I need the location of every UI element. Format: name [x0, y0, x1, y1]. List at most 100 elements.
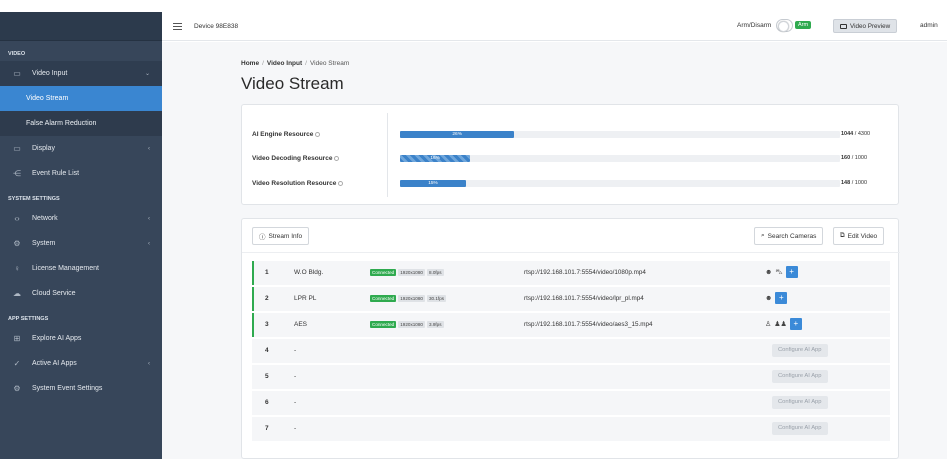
resource-count: 148 / 1000 — [841, 180, 867, 186]
stream-index: 3 — [265, 321, 269, 328]
face-app-icon[interactable]: ☻ — [765, 295, 772, 302]
stream-list: 1 W.O Bldg. Connected 1920x1080 8.0fps r… — [252, 261, 890, 443]
resolution-badge: 1920x1080 — [398, 321, 425, 328]
sidebar-item-active-ai-apps[interactable]: ✓ Active AI Apps ‹ — [0, 351, 162, 376]
configure-ai-app-button[interactable]: Configure AI App — [772, 422, 828, 435]
rule-icon: ⋲ — [13, 169, 21, 178]
configure-ai-app-button[interactable]: Configure AI App — [772, 344, 828, 357]
resource-progress-fill: 26% — [400, 131, 515, 138]
stream-row[interactable]: 3 AES Connected 1920x1080 3.9fps rtsp://… — [252, 313, 890, 337]
configure-ai-app-button[interactable]: Configure AI App — [772, 396, 828, 409]
stream-info-button[interactable]: ⓘ Stream Info — [252, 227, 310, 245]
sidebar-item-video-input[interactable]: ▭ Video Input ⌄ — [0, 61, 162, 86]
configure-ai-app-button[interactable]: Configure AI App — [772, 370, 828, 383]
resource-label-text: Video Decoding Resource — [252, 155, 333, 162]
arm-disarm-toggle[interactable] — [776, 19, 793, 32]
sidebar-item-video-stream[interactable]: Video Stream — [0, 86, 162, 111]
stream-row[interactable]: 7 - Configure AI App — [252, 417, 890, 441]
sidebar-item-event-rule-list[interactable]: ⋲ Event Rule List — [0, 161, 162, 186]
stream-index: 6 — [265, 399, 269, 406]
search-icon: ⌕ — [761, 232, 765, 239]
resource-progress-track: 15% — [400, 180, 840, 187]
stream-badges: Connected 1920x1080 8.0fps — [370, 269, 444, 276]
add-app-button[interactable]: + — [775, 292, 788, 304]
stream-name: W.O Bldg. — [294, 269, 324, 276]
arm-status-badge: Arm — [795, 21, 812, 29]
edit-video-label: Edit Video — [847, 232, 878, 240]
stream-row[interactable]: 6 - Configure AI App — [252, 391, 890, 415]
monitor-icon: ▭ — [13, 144, 21, 153]
stream-name: - — [294, 373, 297, 380]
info-icon[interactable] — [315, 131, 321, 137]
stream-card: ⓘ Stream Info ⌕ Search Cameras ⧉ Edit Video… — [241, 218, 900, 459]
stream-apps: ☻ + — [765, 292, 788, 304]
sidebar-item-display[interactable]: ▭ Display ‹ — [0, 136, 162, 161]
hamburger-menu-icon[interactable] — [173, 22, 182, 30]
resolution-badge: 1920x1080 — [398, 269, 425, 276]
breadcrumb-separator: / — [305, 60, 307, 67]
sidebar-item-label: Explore AI Apps — [32, 335, 82, 342]
fps-badge: 3.9fps — [426, 321, 444, 328]
stream-row[interactable]: 1 W.O Bldg. Connected 1920x1080 8.0fps r… — [252, 261, 890, 285]
stream-url: rtsp://192.168.101.7:5554/video/aes3_15.… — [524, 321, 653, 328]
resource-total: / 4300 — [854, 131, 871, 137]
add-app-button[interactable]: + — [789, 318, 802, 330]
stream-index: 2 — [265, 295, 269, 302]
breadcrumb-home[interactable]: Home — [241, 60, 259, 67]
stream-row[interactable]: 5 - Configure AI App — [252, 365, 890, 389]
resource-used: 148 — [841, 180, 851, 186]
stream-apps: ☻ ⛍ + — [765, 266, 798, 278]
info-icon[interactable] — [338, 180, 344, 186]
crowd-app-icon[interactable]: ♟♟ — [774, 320, 787, 328]
resource-used: 160 — [841, 155, 851, 161]
stream-toolbar: ⓘ Stream Info ⌕ Search Cameras ⧉ Edit Video — [252, 225, 892, 247]
sidebar-item-license-management[interactable]: ♀ License Management — [0, 256, 162, 281]
stream-name: - — [294, 347, 297, 354]
fps-badge: 8.0fps — [426, 269, 444, 276]
check-icon: ✓ — [13, 359, 21, 368]
stream-index: 1 — [265, 269, 269, 276]
person-app-icon[interactable]: ♙ — [765, 320, 771, 328]
user-menu[interactable]: admin — [920, 22, 938, 29]
stream-row[interactable]: 4 - Configure AI App — [252, 339, 890, 363]
sidebar-item-explore-ai-apps[interactable]: ⊞ Explore AI Apps — [0, 326, 162, 351]
resource-card: AI Engine Resource 26% 1044 / 4300 Video… — [241, 104, 899, 205]
status-badge: Connected — [370, 269, 397, 276]
cloud-icon: ☁ — [13, 289, 21, 298]
breadcrumb-current: Video Stream — [309, 60, 350, 67]
stream-apps: ♙ ♟♟ + — [765, 318, 802, 330]
stream-url: rtsp://192.168.101.7:5554/video/lpr_pl.m… — [524, 295, 644, 302]
info-icon[interactable] — [334, 155, 340, 161]
top-header: Device 98E838 Arm/Disarm Arm Video Previ… — [162, 12, 947, 41]
arm-disarm-label: Arm/Disarm — [737, 22, 772, 29]
add-app-button[interactable]: + — [785, 266, 798, 278]
search-cameras-label: Search Cameras — [767, 232, 817, 240]
stream-row[interactable]: 2 LPR PL Connected 1920x1080 30.1fps rts… — [252, 287, 890, 311]
video-preview-button[interactable]: Video Preview — [833, 19, 898, 33]
sidebar-item-system-event-settings[interactable]: ⚙ System Event Settings — [0, 376, 162, 401]
status-badge: Connected — [370, 321, 397, 328]
sidebar-item-label: Display — [32, 145, 55, 152]
network-icon: ‹› — [14, 214, 20, 223]
edit-video-button[interactable]: ⧉ Edit Video — [833, 227, 885, 245]
sidebar-item-false-alarm-reduction[interactable]: False Alarm Reduction — [0, 111, 162, 136]
breadcrumb-video-input[interactable]: Video Input — [267, 60, 302, 67]
search-cameras-button[interactable]: ⌕ Search Cameras — [754, 227, 824, 245]
sidebar-item-label: License Management — [32, 265, 99, 272]
face-app-icon[interactable]: ☻ — [765, 269, 772, 276]
resource-progress-track: 16% — [400, 155, 840, 162]
breadcrumb: Home / Video Input / Video Stream — [241, 60, 349, 67]
resource-label: AI Engine Resource — [252, 131, 321, 138]
sidebar-item-label: Active AI Apps — [32, 360, 77, 367]
settings-icon: ⚙ — [13, 384, 21, 393]
stream-name: AES — [294, 321, 308, 328]
sidebar-item-system[interactable]: ⚙ System ‹ — [0, 231, 162, 256]
resolution-badge: 1920x1080 — [398, 295, 425, 302]
sidebar-item-cloud-service[interactable]: ☁ Cloud Service — [0, 281, 162, 306]
resource-progress-fill: 16% — [400, 155, 471, 162]
sidebar-item-network[interactable]: ‹› Network ‹ — [0, 206, 162, 231]
vehicle-app-icon[interactable]: ⛍ — [775, 268, 782, 277]
resource-count: 1044 / 4300 — [841, 131, 870, 137]
chevron-down-icon: ⌄ — [144, 71, 150, 77]
resource-row-video-decoding: Video Decoding Resource 16% 160 / 1000 — [252, 153, 892, 165]
